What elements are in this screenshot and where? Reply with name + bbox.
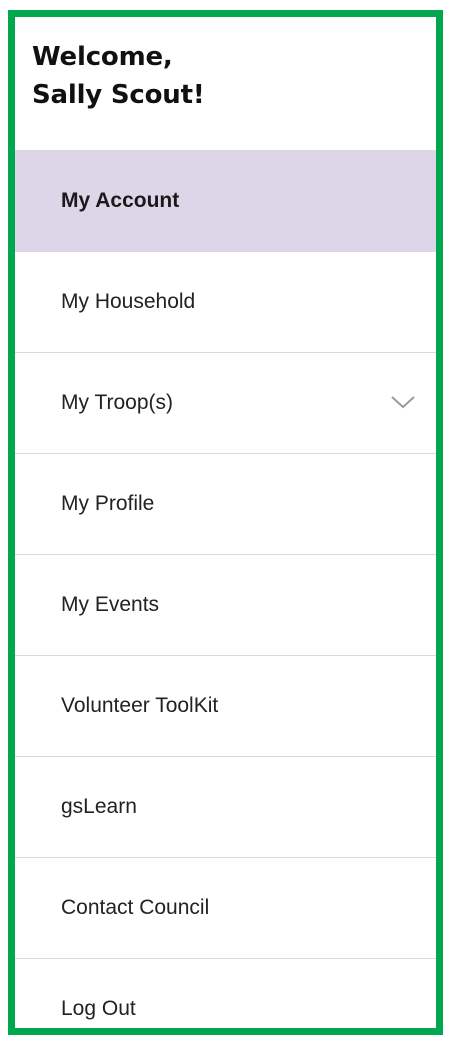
menu-item-label: Contact Council (61, 896, 210, 919)
menu-item-volunteer-toolkit[interactable]: Volunteer ToolKit (15, 655, 436, 756)
menu-item-label: Volunteer ToolKit (61, 694, 219, 717)
menu-item-log-out[interactable]: Log Out (15, 958, 436, 1028)
account-nav-menu: My Account My Household My Troop(s) My P… (15, 150, 436, 1028)
menu-item-label: gsLearn (61, 795, 137, 818)
menu-item-my-household[interactable]: My Household (15, 251, 436, 352)
welcome-heading: Welcome, Sally Scout! (15, 17, 436, 150)
menu-item-contact-council[interactable]: Contact Council (15, 857, 436, 958)
menu-item-gslearn[interactable]: gsLearn (15, 756, 436, 857)
account-menu-panel: Welcome, Sally Scout! My Account My Hous… (8, 10, 443, 1035)
menu-item-label: My Troop(s) (61, 391, 174, 414)
menu-item-my-account[interactable]: My Account (15, 150, 436, 251)
menu-item-label: My Profile (61, 492, 155, 515)
menu-item-my-events[interactable]: My Events (15, 554, 436, 655)
chevron-down-icon[interactable] (390, 394, 416, 410)
menu-item-label: Log Out (61, 997, 136, 1020)
welcome-user-name: Sally Scout! (32, 80, 205, 110)
menu-item-label: My Events (61, 593, 160, 616)
menu-item-label: My Household (61, 290, 196, 313)
menu-item-my-troops[interactable]: My Troop(s) (15, 352, 436, 453)
menu-item-label: My Account (61, 189, 180, 212)
welcome-line-1: Welcome, (32, 42, 173, 72)
menu-item-my-profile[interactable]: My Profile (15, 453, 436, 554)
